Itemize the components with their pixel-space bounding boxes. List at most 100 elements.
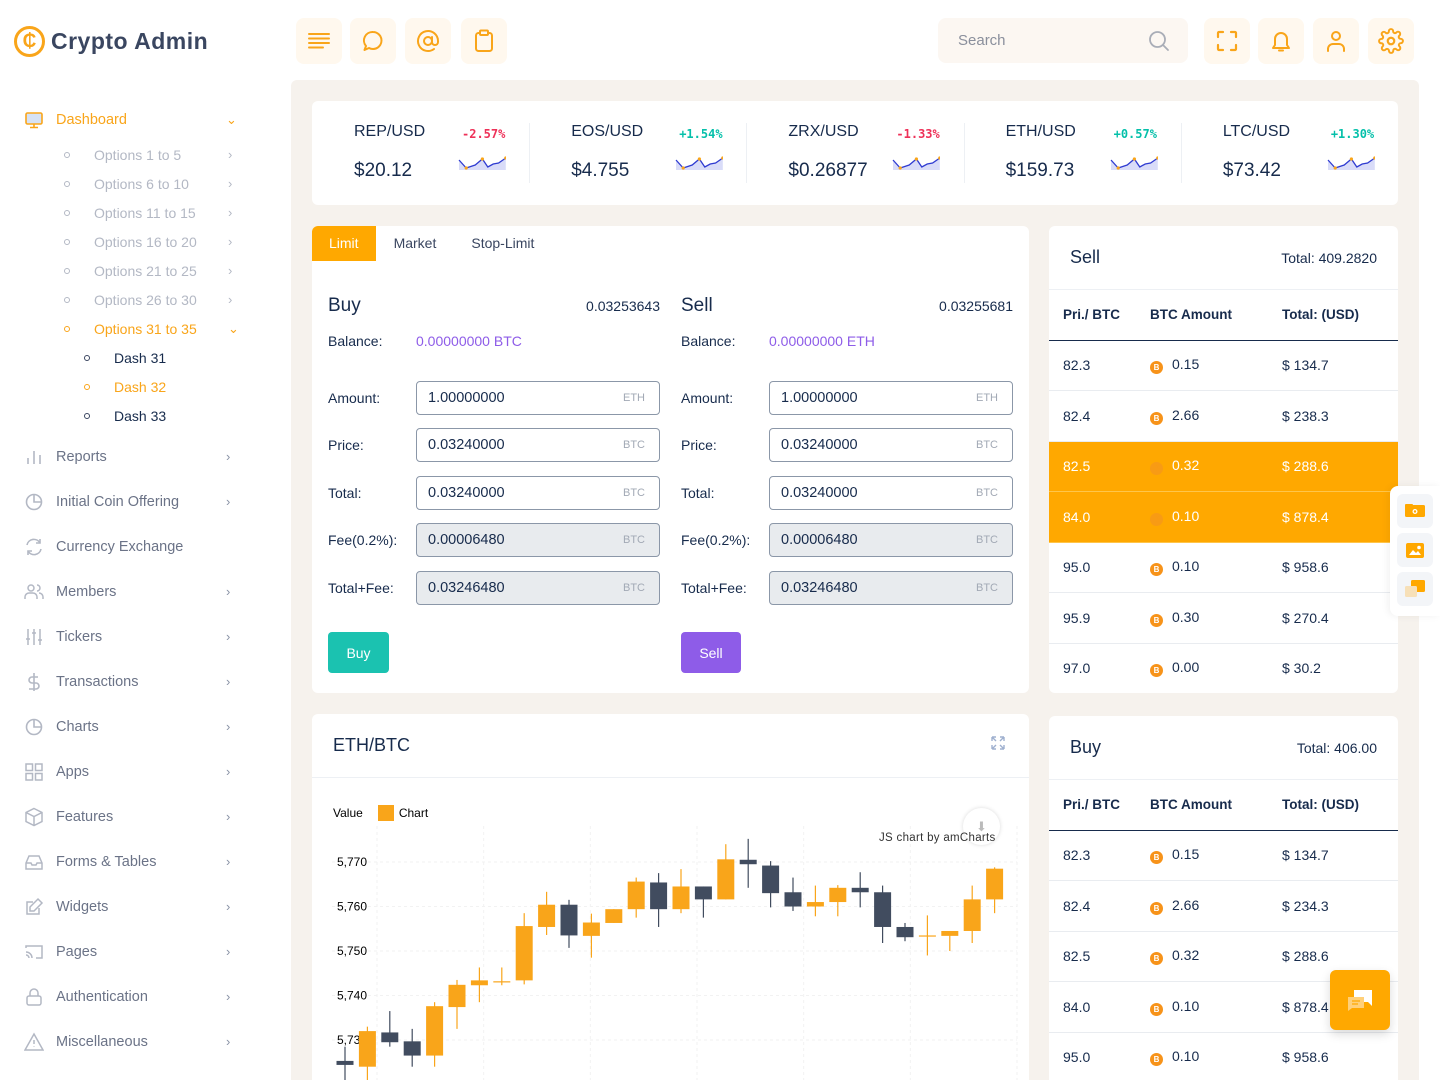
- candle[interactable]: [851, 872, 869, 908]
- search-icon[interactable]: [1148, 30, 1170, 52]
- sidebar-subitem[interactable]: Options 16 to 20 ›: [0, 227, 290, 256]
- fullscreen-button[interactable]: [1204, 18, 1250, 64]
- brand-logo[interactable]: ₵ Crypto Admin: [14, 26, 208, 57]
- ticker-item[interactable]: LTC/USD +1.30% $73.42: [1180, 101, 1398, 205]
- sidebar-subitem[interactable]: Options 11 to 15 ›: [0, 198, 290, 227]
- order-row[interactable]: 82.4 B 2.66 $ 238.3: [1049, 390, 1398, 442]
- chat-button[interactable]: [350, 18, 396, 64]
- candlestick-chart[interactable]: 5,7305,7405,7505,7605,770: [312, 714, 1029, 1080]
- column-header[interactable]: Total: (USD): [1282, 290, 1398, 341]
- menu-toggle-button[interactable]: [296, 18, 342, 64]
- candle[interactable]: [784, 877, 802, 911]
- candle[interactable]: [650, 873, 668, 927]
- candle[interactable]: [762, 861, 780, 908]
- legend-series-label[interactable]: Chart: [399, 806, 428, 820]
- candle[interactable]: [627, 877, 645, 918]
- buy-total-input[interactable]: 0.03240000 BTC: [416, 475, 660, 510]
- sidebar-item-currency-exchange[interactable]: Currency Exchange: [0, 524, 290, 569]
- candle[interactable]: [918, 915, 936, 956]
- sidebar-subitem[interactable]: Options 21 to 25 ›: [0, 256, 290, 285]
- sidebar-item-dashboard[interactable]: Dashboard ⌄: [0, 100, 290, 140]
- candle[interactable]: [874, 885, 892, 943]
- clipboard-button[interactable]: [461, 18, 507, 64]
- ticker-item[interactable]: REP/USD -2.57% $20.12: [312, 101, 529, 205]
- ticker-item[interactable]: EOS/USD +1.54% $4.755: [529, 101, 746, 205]
- sidebar-item-transactions[interactable]: Transactions ›: [0, 659, 290, 704]
- sidebar-item-apps[interactable]: Apps ›: [0, 749, 290, 794]
- sidebar-item-reports[interactable]: Reports ›: [0, 434, 290, 479]
- candle[interactable]: [560, 899, 578, 948]
- candle[interactable]: [829, 885, 847, 917]
- candle[interactable]: [941, 930, 959, 951]
- order-row[interactable]: 82.3 B 0.15 $ 134.7: [1049, 830, 1398, 881]
- candle[interactable]: [515, 913, 533, 985]
- chat-launcher-button[interactable]: [1330, 970, 1390, 1030]
- candle[interactable]: [470, 967, 488, 1003]
- column-header[interactable]: Pri./ BTC: [1049, 780, 1150, 831]
- column-header[interactable]: BTC Amount: [1150, 290, 1282, 341]
- sell-amount-input[interactable]: 1.00000000 ETH: [769, 380, 1013, 415]
- chart-credit[interactable]: JS chart by amCharts: [879, 832, 996, 844]
- order-row[interactable]: 95.0 B 0.10 $ 958.6: [1049, 542, 1398, 593]
- column-header[interactable]: BTC Amount: [1150, 780, 1282, 831]
- candle[interactable]: [806, 885, 824, 917]
- sidebar-item-widgets[interactable]: Widgets ›: [0, 884, 290, 929]
- order-row[interactable]: 95.9 B 0.30 $ 270.4: [1049, 592, 1398, 644]
- sidebar-item-initial-coin-offering[interactable]: Initial Coin Offering ›: [0, 479, 290, 524]
- sidebar-item-features[interactable]: Features ›: [0, 794, 290, 839]
- sidebar-item-forms-tables[interactable]: Forms & Tables ›: [0, 839, 290, 884]
- mail-button[interactable]: [405, 18, 451, 64]
- candle[interactable]: [717, 844, 735, 900]
- order-row[interactable]: 95.0 B 0.10 $ 958.6: [1049, 1032, 1398, 1080]
- quick-gallery-button[interactable]: [1397, 533, 1433, 567]
- notifications-button[interactable]: [1258, 18, 1304, 64]
- search-input[interactable]: Search: [958, 32, 1006, 49]
- legend-swatch[interactable]: [377, 805, 394, 821]
- sidebar-subitem[interactable]: Options 26 to 30 ›: [0, 285, 290, 314]
- sell-total-input[interactable]: 0.03240000 BTC: [769, 475, 1013, 510]
- candle[interactable]: [605, 909, 623, 923]
- ticker-item[interactable]: ETH/USD +0.57% $159.73: [963, 101, 1181, 205]
- order-row[interactable]: 82.4 B 2.66 $ 234.3: [1049, 880, 1398, 932]
- sidebar-subitem[interactable]: Options 6 to 10 ›: [0, 169, 290, 198]
- tab-market[interactable]: Market: [376, 226, 454, 261]
- search-box[interactable]: Search: [938, 18, 1188, 63]
- sidebar-dash-item[interactable]: Dash 32: [0, 372, 290, 401]
- buy-price-input[interactable]: 0.03240000 BTC: [416, 428, 660, 463]
- candle[interactable]: [358, 1026, 376, 1080]
- sidebar-dash-item[interactable]: Dash 33: [0, 401, 290, 430]
- profile-button[interactable]: [1313, 18, 1359, 64]
- candle[interactable]: [896, 922, 914, 942]
- sidebar-item-charts[interactable]: Charts ›: [0, 704, 290, 749]
- column-header[interactable]: Pri./ BTC: [1049, 290, 1150, 341]
- candle[interactable]: [963, 885, 981, 943]
- order-row[interactable]: 97.0 B 0.00 $ 30.2: [1049, 643, 1398, 693]
- tab-limit[interactable]: Limit: [312, 226, 376, 261]
- sidebar-item-authentication[interactable]: Authentication ›: [0, 974, 290, 1019]
- candle[interactable]: [403, 1028, 421, 1067]
- column-header[interactable]: Total: (USD): [1282, 780, 1398, 831]
- order-row[interactable]: 84.0 B 0.10 $ 878.4: [1049, 491, 1398, 543]
- candle[interactable]: [448, 979, 466, 1029]
- candle[interactable]: [739, 838, 757, 888]
- quick-wallet-button[interactable]: [1397, 494, 1433, 528]
- quick-chat-button[interactable]: [1397, 572, 1433, 606]
- candle[interactable]: [493, 967, 511, 986]
- sell-price-input[interactable]: 0.03240000 BTC: [769, 428, 1013, 463]
- buy-amount-input[interactable]: 1.00000000 ETH: [416, 380, 660, 415]
- ticker-item[interactable]: ZRX/USD -1.33% $0.26877: [746, 101, 963, 205]
- tab-stop-limit[interactable]: Stop-Limit: [453, 226, 551, 261]
- sell-button[interactable]: Sell: [681, 632, 741, 673]
- order-row[interactable]: 82.5 B 0.32 $ 288.6: [1049, 441, 1398, 492]
- buy-button[interactable]: Buy: [328, 632, 389, 673]
- sidebar-subitem[interactable]: Options 31 to 35 ⌄: [0, 314, 290, 343]
- candle[interactable]: [538, 891, 556, 935]
- order-row[interactable]: 82.3 B 0.15 $ 134.7: [1049, 340, 1398, 391]
- sidebar-dash-item[interactable]: Dash 31: [0, 343, 290, 372]
- sidebar-item-tickers[interactable]: Tickers ›: [0, 614, 290, 659]
- candle[interactable]: [336, 1046, 354, 1080]
- sidebar-subitem[interactable]: Options 1 to 5 ›: [0, 140, 290, 169]
- candle[interactable]: [381, 1011, 399, 1047]
- candle[interactable]: [672, 869, 690, 914]
- sidebar-item-members[interactable]: Members ›: [0, 569, 290, 614]
